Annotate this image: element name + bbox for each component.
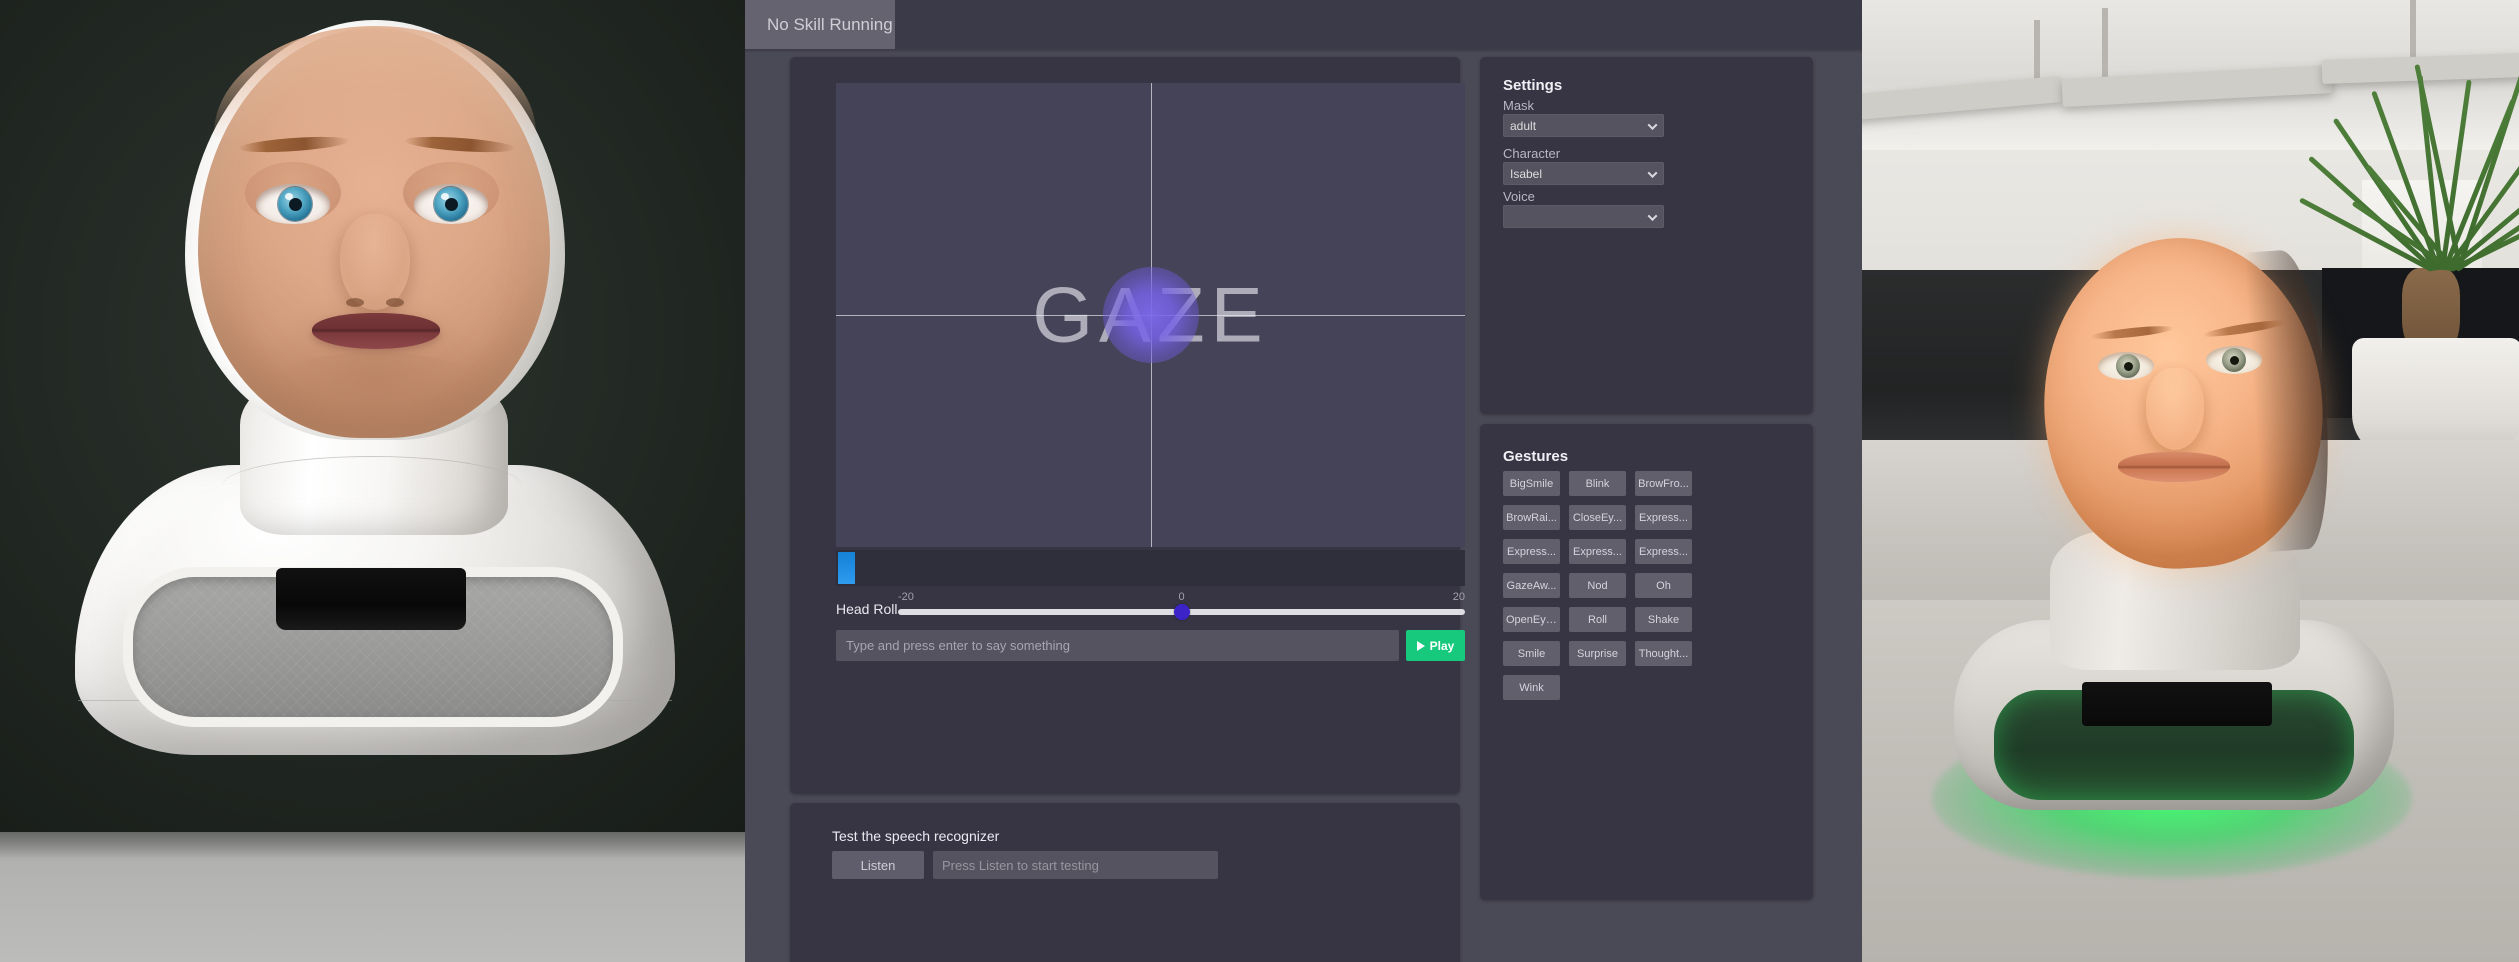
top-bar-shadow xyxy=(745,49,1862,53)
play-triangle-icon xyxy=(1416,640,1425,651)
settings-title: Settings xyxy=(1503,77,1563,94)
avatar-lips xyxy=(312,313,440,349)
gestures-grid: BigSmile Blink BrowFro... BrowRai... CloseEy… xyxy=(1503,471,1793,700)
avatar-forehead xyxy=(214,26,536,146)
gesture-button[interactable]: OpenEyes xyxy=(1503,607,1560,632)
avatar-nostril-right xyxy=(386,298,404,307)
gaze-control-card: GAZE Head Roll -20 0 20 xyxy=(790,57,1465,794)
gesture-button[interactable]: Thought... xyxy=(1635,641,1692,666)
robot-camera-module xyxy=(276,568,466,630)
character-select[interactable]: Isabel xyxy=(1503,162,1664,185)
head-roll-tick-max: 20 xyxy=(1452,591,1465,603)
head-roll-slider[interactable]: -20 0 20 xyxy=(898,591,1465,623)
physical-robot-photo xyxy=(1862,0,2519,962)
head-roll-row: Head Roll -20 0 20 xyxy=(836,591,1465,623)
speech-energy-meter xyxy=(836,550,1465,586)
speech-recognizer-card: Test the speech recognizer Listen xyxy=(790,803,1460,962)
head-roll-tick-mid: 0 xyxy=(1178,591,1185,603)
play-button-label: Play xyxy=(1429,638,1455,653)
settings-card: Settings Mask adult Character Isabel Voi… xyxy=(1480,57,1813,414)
photo-eye-right xyxy=(2206,346,2262,374)
speech-energy-fill xyxy=(838,552,855,584)
say-input[interactable] xyxy=(836,630,1399,661)
speech-card-title: Test the speech recognizer xyxy=(832,828,1000,844)
mask-select[interactable]: adult xyxy=(1503,114,1664,137)
listen-button[interactable]: Listen xyxy=(832,851,924,879)
say-row: Play xyxy=(836,630,1465,661)
gesture-button[interactable]: Nod xyxy=(1569,573,1626,598)
avatar-chin-shading xyxy=(268,352,484,424)
avatar-iris-left xyxy=(278,187,312,221)
avatar-eye-glint-left xyxy=(285,193,293,200)
avatar-eye-left xyxy=(256,184,330,224)
render-floor xyxy=(0,832,745,962)
mask-select-wrap[interactable]: adult xyxy=(1503,114,1664,137)
gesture-button[interactable]: BigSmile xyxy=(1503,471,1560,496)
gesture-button[interactable]: CloseEy... xyxy=(1569,505,1626,530)
avatar-pupil-right xyxy=(445,198,458,211)
photo-light-rod xyxy=(2410,0,2416,60)
voice-select[interactable] xyxy=(1503,205,1664,228)
gesture-button[interactable]: Roll xyxy=(1569,607,1626,632)
photo-light-rod xyxy=(2102,8,2108,78)
photo-iris-right xyxy=(2222,348,2246,372)
mask-label: Mask xyxy=(1503,98,1535,113)
gesture-button[interactable]: Express... xyxy=(1635,505,1692,530)
avatar-eye-glint-right xyxy=(441,193,449,200)
photo-robot-camera xyxy=(2082,682,2272,726)
photo-pupil-left xyxy=(2124,362,2133,371)
head-roll-thumb[interactable] xyxy=(1173,604,1190,620)
avatar-pupil-left xyxy=(289,198,302,211)
head-roll-tick-min: -20 xyxy=(898,591,914,603)
gesture-button[interactable]: Smile xyxy=(1503,641,1560,666)
character-label: Character xyxy=(1503,146,1561,161)
app-root: No Skill Running GAZE Head Roll -20 0 xyxy=(0,0,2519,962)
photo-lips xyxy=(2118,452,2230,482)
top-bar: No Skill Running xyxy=(745,0,1862,49)
gesture-button[interactable]: BrowRai... xyxy=(1503,505,1560,530)
gesture-button[interactable]: Express... xyxy=(1503,539,1560,564)
gesture-button[interactable]: GazeAw... xyxy=(1503,573,1560,598)
gestures-title: Gestures xyxy=(1503,448,1569,465)
photo-iris-left xyxy=(2116,354,2140,378)
play-button[interactable]: Play xyxy=(1406,630,1465,661)
photo-eye-left xyxy=(2098,352,2154,380)
avatar-iris-right xyxy=(434,187,468,221)
photo-pupil-right xyxy=(2230,356,2239,365)
gesture-button[interactable]: Surprise xyxy=(1569,641,1626,666)
gaze-target-dot[interactable] xyxy=(1102,267,1199,363)
furhat-web-interface: No Skill Running GAZE Head Roll -20 0 xyxy=(745,0,1862,962)
head-roll-ticks: -20 0 20 xyxy=(898,591,1465,605)
gaze-pad[interactable]: GAZE xyxy=(836,83,1465,547)
virtual-avatar-render xyxy=(0,0,745,962)
gesture-button[interactable]: Blink xyxy=(1569,471,1626,496)
avatar-eye-right xyxy=(414,184,488,224)
head-roll-label: Head Roll xyxy=(836,601,898,617)
photo-nose xyxy=(2146,368,2204,450)
gesture-button[interactable]: BrowFro... xyxy=(1635,471,1692,496)
speech-result-input[interactable] xyxy=(933,851,1218,879)
tab-no-skill-running[interactable]: No Skill Running xyxy=(745,0,895,49)
gesture-button[interactable]: Wink xyxy=(1503,675,1560,700)
gesture-button[interactable]: Shake xyxy=(1635,607,1692,632)
gesture-button[interactable]: Express... xyxy=(1569,539,1626,564)
gesture-button[interactable]: Express... xyxy=(1635,539,1692,564)
character-select-wrap[interactable]: Isabel xyxy=(1503,162,1664,185)
voice-label: Voice xyxy=(1503,189,1535,204)
gesture-button[interactable]: Oh xyxy=(1635,573,1692,598)
gestures-card: Gestures BigSmile Blink BrowFro... BrowRai.… xyxy=(1480,424,1813,900)
avatar-nostril-left xyxy=(346,298,364,307)
avatar-nose xyxy=(340,214,410,310)
voice-select-wrap[interactable] xyxy=(1503,205,1664,228)
